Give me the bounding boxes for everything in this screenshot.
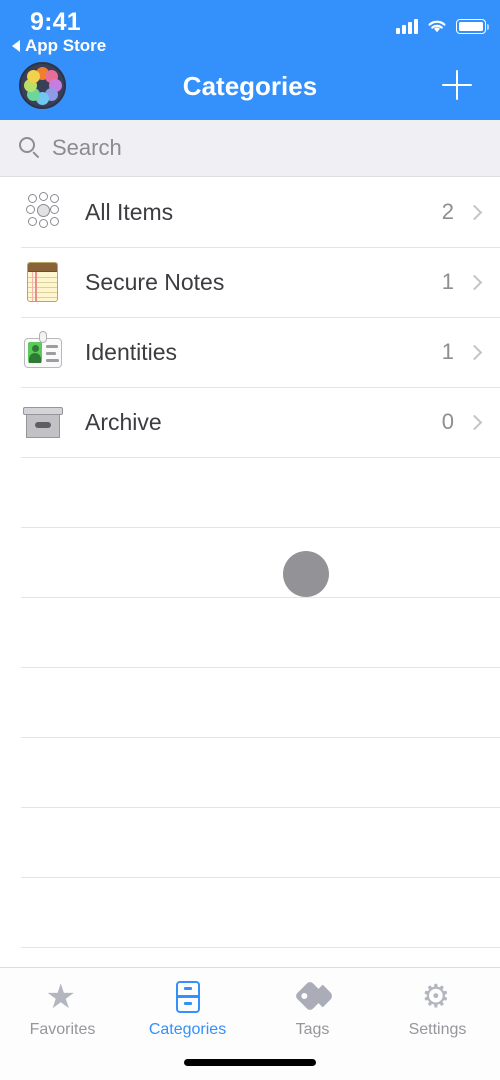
status-time: 9:41 bbox=[30, 8, 81, 36]
category-list: All Items 2 Secure Notes 1 Identities 1 Archiv… bbox=[0, 177, 500, 967]
tab-favorites[interactable]: ★ Favorites bbox=[0, 980, 125, 1039]
phone-screen: 9:41 App Store Categories Search All Ite… bbox=[0, 0, 500, 1080]
row-count: 2 bbox=[441, 199, 454, 224]
back-to-app-store-button[interactable]: App Store bbox=[12, 36, 106, 56]
search-bar[interactable]: Search bbox=[0, 120, 500, 177]
archive-icon bbox=[21, 400, 65, 444]
touch-cursor bbox=[283, 551, 329, 597]
table-row-empty bbox=[0, 457, 500, 527]
table-row[interactable]: Secure Notes 1 bbox=[0, 247, 500, 317]
table-row[interactable]: Archive 0 bbox=[0, 387, 500, 457]
tab-categories-label: Categories bbox=[148, 1021, 227, 1038]
tab-bar: ★ Favorites Categories Tags ⚙ Settings bbox=[0, 967, 500, 1080]
page-title: Categories bbox=[182, 71, 318, 101]
table-row[interactable]: Identities 1 bbox=[0, 317, 500, 387]
search-input[interactable]: Search bbox=[52, 135, 122, 161]
home-indicator bbox=[184, 1059, 316, 1066]
back-arrow-icon bbox=[12, 40, 20, 52]
tag-icon bbox=[293, 980, 331, 1014]
account-avatar[interactable] bbox=[19, 62, 66, 109]
battery-icon bbox=[456, 19, 490, 34]
row-count: 0 bbox=[441, 409, 454, 434]
table-row-empty bbox=[0, 737, 500, 807]
table-row-empty bbox=[0, 527, 500, 597]
star-icon: ★ bbox=[45, 978, 76, 1016]
secure-notes-icon bbox=[21, 260, 65, 304]
tab-favorites-label: Favorites bbox=[29, 1021, 96, 1038]
status-bar: 9:41 App Store bbox=[0, 0, 500, 56]
back-label: App Store bbox=[25, 36, 107, 55]
tab-categories[interactable]: Categories bbox=[125, 980, 250, 1039]
tab-tags[interactable]: Tags bbox=[250, 980, 375, 1039]
table-row-empty bbox=[0, 597, 500, 667]
row-label: Secure Notes bbox=[85, 268, 225, 295]
tab-settings[interactable]: ⚙ Settings bbox=[375, 980, 500, 1039]
row-count: 1 bbox=[441, 339, 454, 364]
wifi-icon bbox=[428, 20, 446, 33]
filing-cabinet-icon bbox=[170, 980, 206, 1014]
chevron-right-icon bbox=[466, 414, 483, 430]
add-item-button[interactable] bbox=[434, 62, 480, 108]
chevron-right-icon bbox=[466, 344, 483, 360]
identities-icon bbox=[21, 330, 65, 374]
table-row-empty bbox=[0, 667, 500, 737]
status-indicators bbox=[396, 18, 490, 34]
nav-bar: Categories bbox=[0, 56, 500, 120]
table-row[interactable]: All Items 2 bbox=[0, 177, 500, 247]
chevron-right-icon bbox=[466, 274, 483, 290]
row-count: 1 bbox=[441, 269, 454, 294]
tab-settings-label: Settings bbox=[408, 1021, 467, 1038]
gear-icon: ⚙ bbox=[421, 978, 451, 1014]
table-row-empty bbox=[0, 877, 500, 947]
tab-tags-label: Tags bbox=[295, 1021, 330, 1038]
chevron-right-icon bbox=[466, 204, 483, 220]
signal-icon bbox=[396, 18, 418, 34]
row-label: Identities bbox=[85, 338, 178, 365]
row-label: All Items bbox=[85, 198, 174, 225]
row-label: Archive bbox=[85, 408, 162, 435]
search-icon bbox=[18, 136, 42, 160]
all-items-icon bbox=[21, 190, 65, 234]
table-row-empty bbox=[0, 807, 500, 877]
